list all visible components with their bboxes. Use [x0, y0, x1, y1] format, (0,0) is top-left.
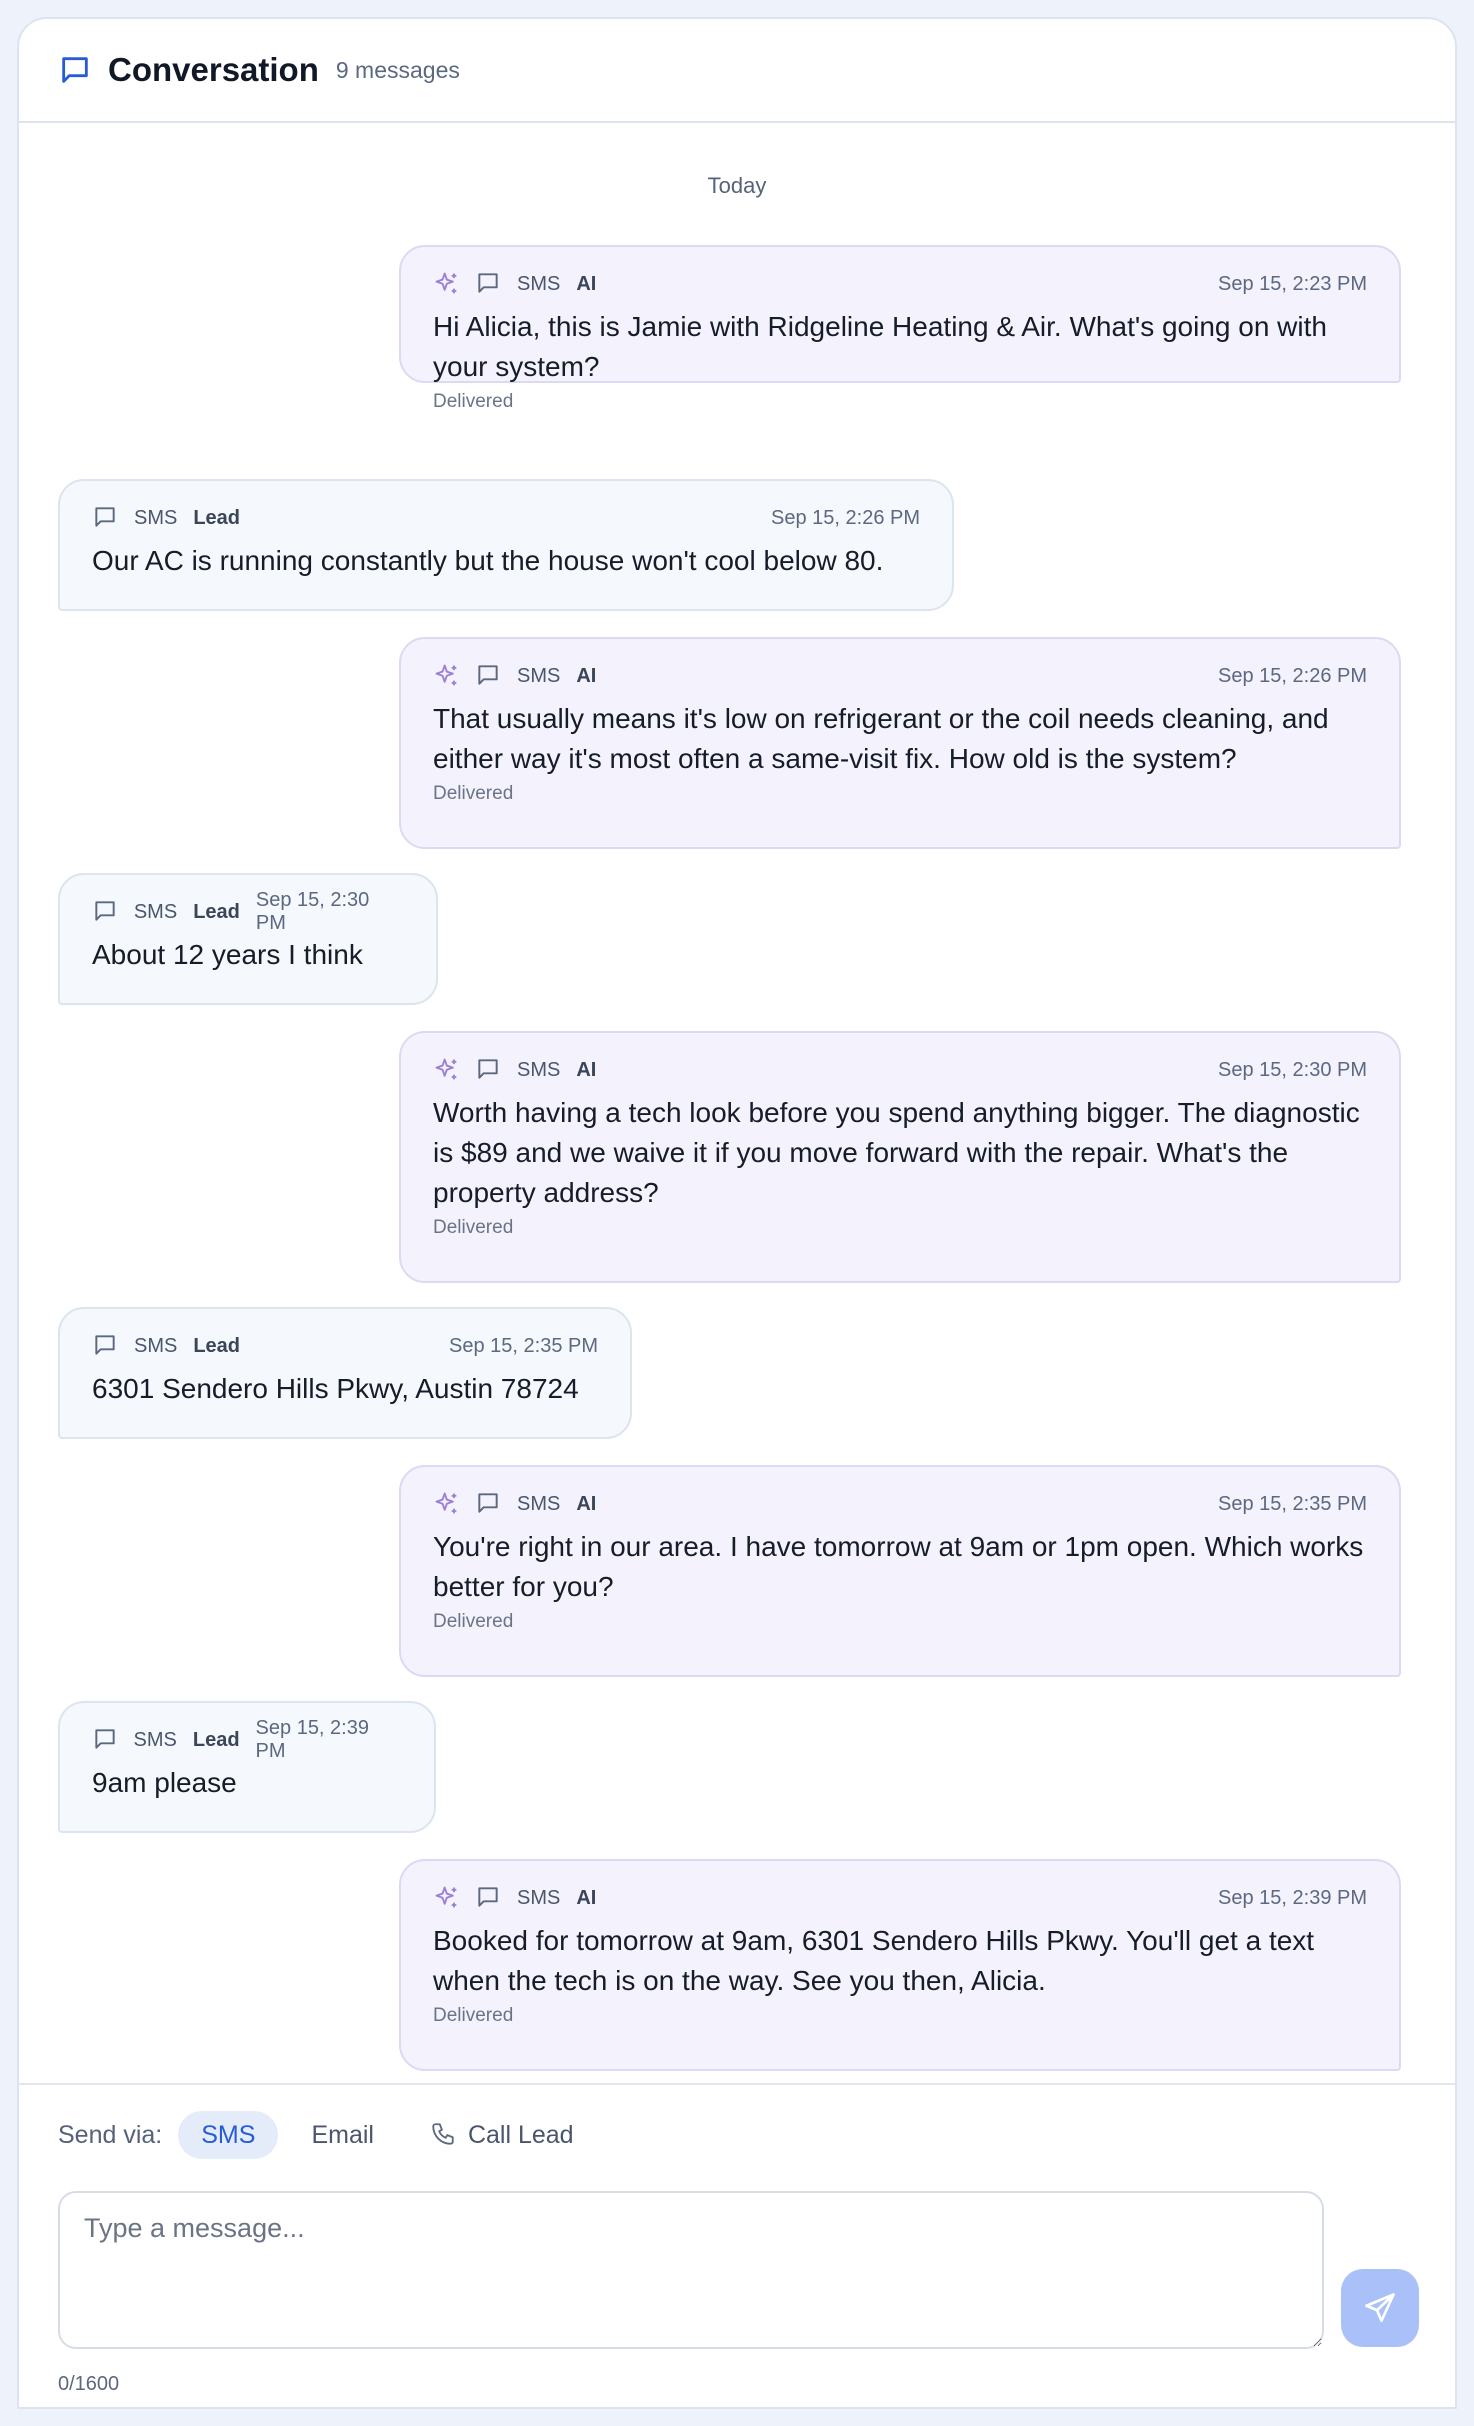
timestamp: Sep 15, 2:39 PM — [1218, 1886, 1367, 1909]
sender-label: AI — [576, 1492, 597, 1515]
message-text: That usually means it's low on refrigera… — [433, 703, 1329, 774]
message-text: 9am please — [92, 1767, 237, 1798]
message-composer: Send via: SMS Email Call Lead 0/1600 — [19, 2083, 1455, 2407]
timestamp: Sep 15, 2:23 PM — [1218, 272, 1367, 295]
message-text: About 12 years I think — [92, 939, 363, 970]
message-lead: SMS Lead Sep 15, 2:35 PM 6301 Sendero Hi… — [58, 1307, 632, 1439]
sender-label: AI — [576, 272, 597, 295]
chat-bubble-icon — [92, 1726, 120, 1754]
conversation-header: Conversation 9 messages — [19, 19, 1455, 123]
message-meta: SMS AI Sep 15, 2:35 PM — [433, 1489, 1367, 1519]
send-via-sms-option[interactable]: SMS — [178, 2111, 279, 2159]
chat-bubble-icon — [475, 1490, 503, 1518]
timestamp: Sep 15, 2:35 PM — [449, 1334, 598, 1357]
message-ai: SMS AI Sep 15, 2:39 PM Booked for tomorr… — [399, 1859, 1401, 2071]
timestamp: Sep 15, 2:26 PM — [771, 506, 920, 529]
sender-label: AI — [576, 1058, 597, 1081]
message-text: Hi Alicia, this is Jamie with Ridgeline … — [433, 311, 1327, 382]
delivery-status: Delivered — [433, 1611, 514, 1632]
message-meta: SMS AI Sep 15, 2:30 PM — [433, 1055, 1367, 1085]
chat-bubble-icon — [92, 898, 120, 926]
channel-label: SMS — [517, 664, 561, 687]
message-thread[interactable]: Today SMS AI Sep 15, 2:23 PM Hi Alicia, … — [19, 123, 1455, 2123]
message-meta: SMS AI Sep 15, 2:23 PM — [433, 269, 1367, 299]
sparkle-icon — [433, 1056, 461, 1084]
chat-bubble-icon — [475, 270, 503, 298]
message-meta: SMS Lead Sep 15, 2:39 PM — [92, 1717, 402, 1762]
delivery-status: Delivered — [433, 2005, 514, 2026]
timestamp: Sep 15, 2:35 PM — [1218, 1492, 1367, 1515]
message-ai: SMS AI Sep 15, 2:35 PM You're right in o… — [399, 1465, 1401, 1677]
sparkle-icon — [433, 270, 461, 298]
sender-label: AI — [576, 664, 597, 687]
sparkle-icon — [433, 1490, 461, 1518]
message-count: 9 messages — [335, 56, 460, 83]
sparkle-icon — [433, 662, 461, 690]
message-text: You're right in our area. I have tomorro… — [433, 1531, 1364, 1602]
channel-label: SMS — [517, 1058, 561, 1081]
send-icon — [1362, 2290, 1398, 2326]
sender-label: Lead — [193, 900, 240, 923]
sparkle-icon — [433, 1884, 461, 1912]
chat-bubble-icon — [92, 1332, 120, 1360]
message-ai: SMS AI Sep 15, 2:23 PM Hi Alicia, this i… — [399, 245, 1401, 412]
message-meta: SMS Lead Sep 15, 2:30 PM — [92, 889, 404, 934]
timestamp: Sep 15, 2:39 PM — [255, 1717, 369, 1762]
timestamp: Sep 15, 2:30 PM — [255, 889, 370, 934]
channel-label: SMS — [133, 900, 178, 923]
call-lead-label: Call Lead — [467, 2120, 574, 2149]
message-meta: SMS AI Sep 15, 2:39 PM — [433, 1883, 1367, 1913]
delivery-status: Delivered — [433, 1217, 514, 1238]
message-input[interactable] — [58, 2191, 1324, 2349]
channel-label: SMS — [134, 506, 178, 529]
character-count: 0/1600 — [58, 2373, 120, 2395]
message-text: 6301 Sendero Hills Pkwy, Austin 78724 — [92, 1373, 579, 1404]
sender-label: Lead — [192, 1728, 240, 1751]
channel-label: SMS — [517, 272, 561, 295]
conversation-panel: Conversation 9 messages Today SMS AI Sep… — [17, 17, 1457, 2409]
sender-label: Lead — [193, 506, 241, 529]
message-meta: SMS Lead Sep 15, 2:35 PM — [92, 1331, 598, 1361]
chat-bubble-icon — [58, 53, 92, 87]
message-text: Worth having a tech look before you spen… — [433, 1097, 1360, 1208]
sender-label: Lead — [193, 1334, 241, 1357]
message-lead: SMS Lead Sep 15, 2:39 PM 9am please — [58, 1701, 436, 1833]
delivery-status: Delivered — [433, 391, 514, 412]
message-meta: SMS AI Sep 15, 2:26 PM — [433, 661, 1367, 691]
channel-label: SMS — [133, 1728, 177, 1751]
chat-bubble-icon — [475, 1884, 503, 1912]
date-separator: Today — [707, 173, 767, 198]
timestamp: Sep 15, 2:30 PM — [1218, 1058, 1367, 1081]
message-ai: SMS AI Sep 15, 2:26 PM That usually mean… — [399, 637, 1401, 849]
send-via-email-option[interactable]: Email — [288, 2111, 397, 2159]
timestamp: Sep 15, 2:26 PM — [1218, 664, 1367, 687]
channel-label: SMS — [517, 1886, 561, 1909]
sender-label: AI — [576, 1886, 597, 1909]
send-via-label: Send via: — [58, 2120, 163, 2149]
chat-bubble-icon — [475, 662, 503, 690]
message-lead: SMS Lead Sep 15, 2:26 PM Our AC is runni… — [58, 479, 954, 611]
chat-bubble-icon — [92, 504, 120, 532]
message-text: Booked for tomorrow at 9am, 6301 Sendero… — [433, 1925, 1315, 1996]
send-via-selector: Send via: SMS Email Call Lead — [58, 2111, 607, 2159]
channel-label: SMS — [134, 1334, 178, 1357]
channel-label: SMS — [517, 1492, 561, 1515]
call-lead-button[interactable]: Call Lead — [407, 2111, 597, 2159]
message-text: Our AC is running constantly but the hou… — [92, 545, 884, 576]
page-title: Conversation — [108, 51, 319, 88]
message-ai: SMS AI Sep 15, 2:30 PM Worth having a te… — [399, 1031, 1401, 1283]
send-button[interactable] — [1341, 2269, 1419, 2347]
delivery-status: Delivered — [433, 783, 514, 804]
message-lead: SMS Lead Sep 15, 2:30 PM About 12 years … — [58, 873, 438, 1005]
phone-icon — [430, 2121, 458, 2149]
chat-bubble-icon — [475, 1056, 503, 1084]
message-meta: SMS Lead Sep 15, 2:26 PM — [92, 503, 920, 533]
